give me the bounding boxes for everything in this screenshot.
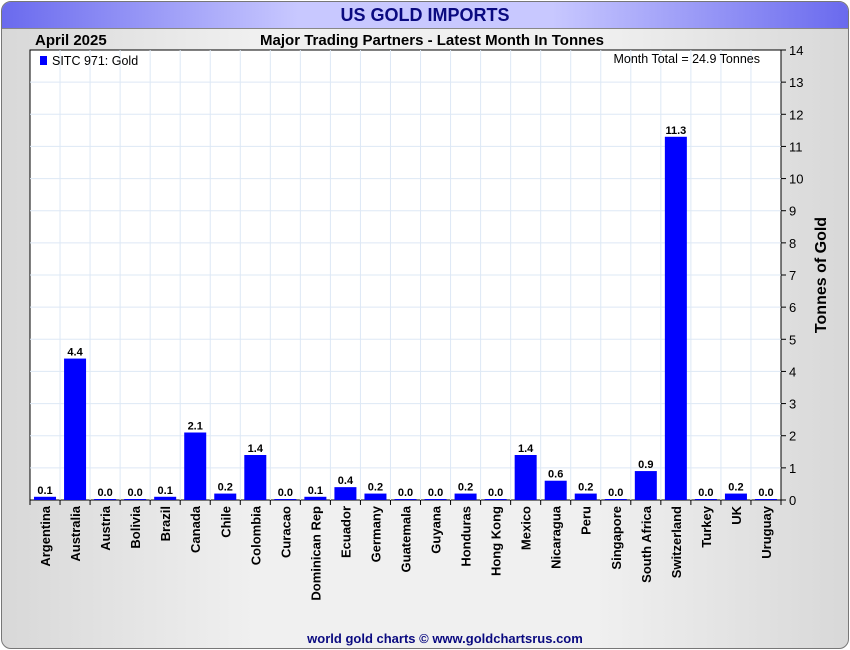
x-tick-label: Germany (368, 505, 383, 562)
y-tick-label: 3 (789, 397, 796, 412)
y-tick-label: 8 (789, 236, 796, 251)
x-tick-label: Ecuador (338, 506, 353, 558)
chart-subtitle: Major Trading Partners - Latest Month In… (260, 32, 604, 49)
x-tick-label: Honduras (459, 506, 474, 567)
data-label: 0.0 (97, 487, 112, 499)
data-label: 11.3 (665, 125, 686, 137)
data-label: 0.2 (728, 482, 743, 494)
bar (574, 493, 597, 500)
data-label: 0.0 (428, 487, 443, 499)
legend-label: SITC 971: Gold (52, 54, 138, 68)
y-tick-label: 7 (789, 268, 796, 283)
bar (304, 496, 327, 500)
data-label: 0.6 (548, 469, 563, 481)
bar (274, 499, 297, 500)
x-tick-label: Austria (98, 505, 113, 551)
data-label: 1.4 (518, 443, 534, 455)
data-label: 0.0 (758, 487, 773, 499)
x-tick-label: Mexico (519, 506, 534, 550)
x-tick-label: UK (729, 505, 744, 524)
bar-chart: April 2025 Major Trading Partners - Late… (29, 32, 830, 646)
x-tick-label: Bolivia (128, 505, 143, 548)
bar (184, 432, 207, 500)
x-tick-label: Chile (218, 506, 233, 538)
x-tick-label: Turkey (699, 505, 714, 547)
x-tick-label: Colombia (248, 505, 263, 565)
data-label: 2.1 (188, 421, 203, 433)
y-tick-label: 2 (789, 429, 796, 444)
y-tick-label: 14 (789, 43, 803, 58)
y-tick-label: 6 (789, 300, 796, 315)
y-tick-label: 4 (789, 364, 796, 379)
data-label: 0.2 (578, 482, 593, 494)
x-tick-label: Nicaragua (549, 505, 564, 569)
data-label: 0.0 (608, 487, 623, 499)
data-label: 0.0 (278, 487, 293, 499)
bar (64, 358, 87, 500)
bar (514, 455, 537, 500)
x-tick-label: Brazil (158, 506, 173, 541)
data-label: 0.2 (218, 482, 233, 494)
data-label: 0.0 (127, 487, 142, 499)
bar (34, 496, 57, 500)
data-label: 0.2 (368, 482, 383, 494)
bar (394, 499, 417, 500)
bar (454, 493, 477, 500)
y-tick-label: 5 (789, 332, 796, 347)
x-tick-label: Switzerland (669, 506, 684, 578)
x-tick-label: Singapore (609, 506, 624, 570)
y-tick-label: 9 (789, 204, 796, 219)
bar (124, 499, 147, 500)
footer-credit: world gold charts © www.goldchartsrus.co… (306, 631, 583, 646)
x-tick-label: Argentina (38, 505, 53, 566)
bar (544, 480, 567, 500)
bar (244, 455, 267, 500)
x-tick-label: Peru (579, 506, 594, 535)
y-axis-label: Tonnes of Gold (813, 217, 830, 333)
month-total-annotation: Month Total = 24.9 Tonnes (613, 52, 760, 66)
y-tick-label: 10 (789, 172, 803, 187)
bar (334, 487, 357, 500)
bar (664, 136, 687, 501)
bar (364, 493, 387, 500)
bar (724, 493, 747, 500)
data-label: 0.1 (158, 485, 173, 497)
bar (94, 499, 117, 500)
legend-swatch (40, 56, 47, 65)
data-label: 0.0 (488, 487, 503, 499)
data-label: 0.4 (338, 475, 354, 487)
bar (154, 496, 177, 500)
data-label: 0.0 (698, 487, 713, 499)
data-label: 0.1 (308, 485, 323, 497)
data-label: 4.4 (67, 347, 83, 359)
x-tick-label: Australia (68, 505, 83, 561)
y-tick-label: 1 (789, 461, 796, 476)
bar (754, 499, 777, 500)
x-tick-label: South Africa (639, 505, 654, 583)
data-label: 0.1 (37, 485, 52, 497)
data-label: 0.2 (458, 482, 473, 494)
y-tick-label: 13 (789, 75, 803, 90)
bar (604, 499, 627, 500)
x-tick-label: Guyana (429, 505, 444, 553)
x-tick-label: Hong Kong (489, 506, 504, 576)
x-tick-label: Guatemala (399, 505, 414, 572)
bar (214, 493, 237, 500)
y-tick-label: 11 (789, 139, 803, 154)
period-label: April 2025 (35, 32, 107, 49)
data-label: 1.4 (248, 443, 264, 455)
bar (424, 499, 447, 500)
y-tick-label: 12 (789, 107, 803, 122)
bar (694, 499, 717, 500)
x-tick-label: Curacao (278, 506, 293, 558)
data-label: 0.9 (638, 459, 653, 471)
data-label: 0.0 (398, 487, 413, 499)
x-tick-label: Canada (188, 505, 203, 553)
y-tick-label: 0 (789, 493, 796, 508)
bar (634, 471, 657, 500)
bar (484, 499, 507, 500)
x-tick-label: Uruguay (759, 505, 774, 559)
x-tick-label: Dominican Rep (308, 506, 323, 601)
